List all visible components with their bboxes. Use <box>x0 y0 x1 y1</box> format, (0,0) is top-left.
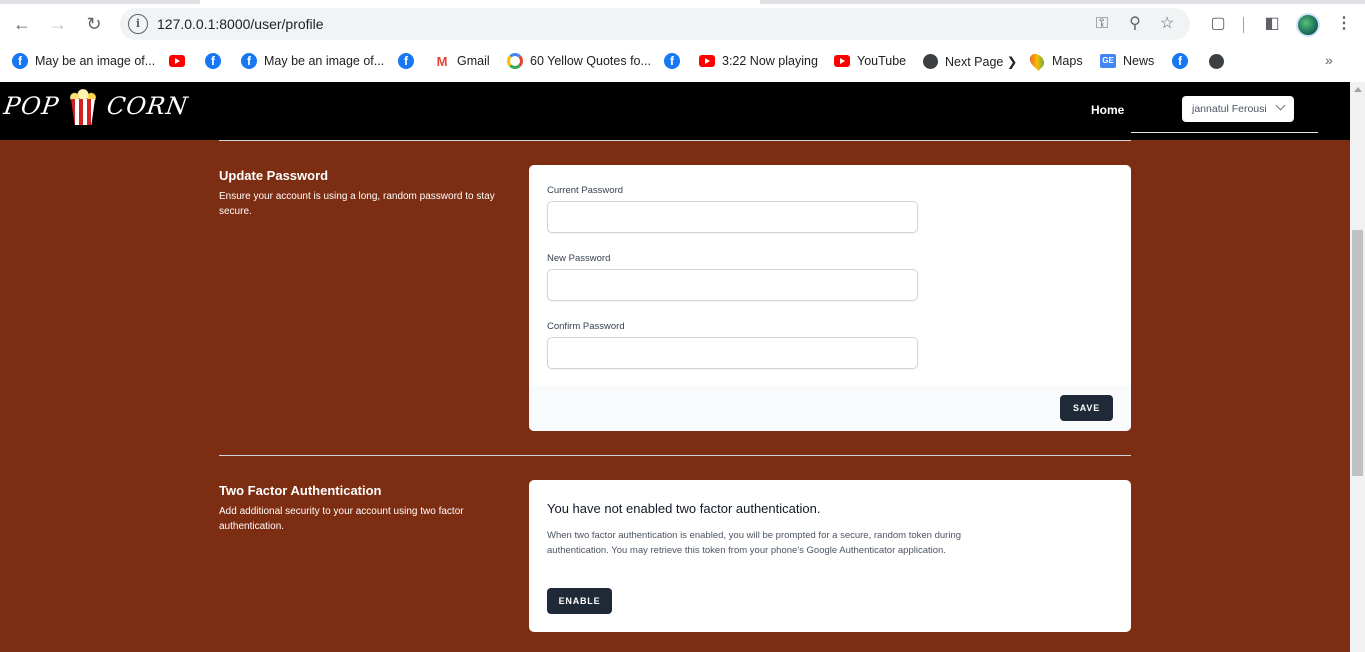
forward-arrow-icon[interactable]: → <box>44 10 72 38</box>
current-password-input[interactable] <box>547 201 918 233</box>
site-info-icon[interactable]: i <box>128 14 148 34</box>
facebook-icon: f <box>241 53 257 69</box>
address-bar[interactable]: i 127.0.0.1:8000/user/profile ⚿ ⚲ ☆ <box>120 8 1190 40</box>
bookmark-label: May be an image of... <box>35 54 156 68</box>
confirm-password-input[interactable] <box>547 337 918 369</box>
facebook-icon: f <box>664 53 680 69</box>
facebook-icon: f <box>398 53 414 69</box>
zoom-icon[interactable]: ⚲ <box>1125 14 1145 34</box>
chevron-down-icon <box>1275 100 1286 111</box>
side-panel-icon[interactable]: ◧ <box>1258 10 1286 38</box>
bookmark-item[interactable]: YouTube <box>834 51 906 71</box>
bookmark-item[interactable]: M Gmail <box>434 51 490 71</box>
popcorn-bucket-icon <box>65 87 101 125</box>
two-factor-title: Two Factor Authentication <box>219 483 382 498</box>
bookmark-item[interactable]: Next Page ❯ <box>922 51 1017 71</box>
google-icon <box>507 53 523 69</box>
facebook-icon: f <box>1172 53 1188 69</box>
bookmark-item[interactable]: f May be an image of... <box>241 51 384 71</box>
bookmark-item[interactable]: GE News <box>1100 51 1154 71</box>
enable-button[interactable]: ENABLE <box>547 588 612 614</box>
youtube-icon <box>169 53 185 69</box>
scroll-up-arrow-icon[interactable] <box>1354 87 1362 92</box>
section-divider <box>219 140 1131 141</box>
browser-toolbar: ← → ↻ i 127.0.0.1:8000/user/profile ⚿ ⚲ … <box>0 4 1365 44</box>
gmail-icon: M <box>436 53 448 69</box>
bookmark-item[interactable]: f May be an image of... <box>12 51 155 71</box>
bookmark-star-icon[interactable]: ☆ <box>1157 14 1177 34</box>
browser-chrome: ← → ↻ i 127.0.0.1:8000/user/profile ⚿ ⚲ … <box>0 0 1365 82</box>
user-name: jannatul Ferousi <box>1192 103 1267 115</box>
section-divider <box>219 455 1131 456</box>
reload-icon[interactable]: ↻ <box>80 10 108 38</box>
confirm-password-label: Confirm Password <box>547 321 625 332</box>
bookmark-label: Next Page ❯ <box>945 54 1018 69</box>
two-factor-status-heading: You have not enabled two factor authenti… <box>547 501 821 516</box>
save-button[interactable]: SAVE <box>1060 395 1113 421</box>
news-icon: GE <box>1100 53 1116 69</box>
toolbar-separator <box>1243 17 1244 33</box>
current-password-label: Current Password <box>547 185 624 196</box>
password-key-icon[interactable]: ⚿ <box>1092 14 1112 34</box>
user-dropdown-button[interactable]: jannatul Ferousi <box>1182 96 1294 122</box>
two-factor-card: You have not enabled two factor authenti… <box>529 480 1131 632</box>
page-scrollbar[interactable] <box>1350 82 1365 652</box>
update-password-description: Ensure your account is using a long, ran… <box>219 191 495 217</box>
profile-avatar[interactable] <box>1296 13 1320 37</box>
url-text[interactable]: 127.0.0.1:8000/user/profile <box>157 16 324 32</box>
youtube-icon <box>834 53 850 69</box>
bookmark-item[interactable]: f <box>1172 51 1195 71</box>
two-factor-explanation: When two factor authentication is enable… <box>547 530 962 556</box>
scrollbar-thumb[interactable] <box>1352 230 1363 476</box>
card-footer: SAVE <box>529 385 1131 431</box>
update-password-card: Current Password New Password Confirm Pa… <box>529 165 1131 431</box>
update-password-title: Update Password <box>219 168 329 183</box>
maps-icon <box>1027 51 1047 71</box>
two-factor-description: Add additional security to your account … <box>219 506 464 532</box>
bookmark-item[interactable]: 60 Yellow Quotes fo... <box>507 51 651 71</box>
new-password-input[interactable] <box>547 269 918 301</box>
globe-icon <box>922 53 938 69</box>
facebook-icon: f <box>205 53 221 69</box>
bookmark-item[interactable]: f <box>398 51 421 71</box>
new-password-label: New Password <box>547 253 611 264</box>
nav-underline <box>1131 132 1318 133</box>
bookmark-item[interactable]: f <box>664 51 687 71</box>
bookmark-item[interactable]: 3:22 Now playing <box>699 51 818 71</box>
bookmark-label: 3:22 Now playing <box>722 54 818 68</box>
globe-icon <box>1208 53 1224 69</box>
bookmark-item[interactable]: Maps <box>1027 51 1083 71</box>
bookmark-label: YouTube <box>857 54 907 68</box>
popcorn-logo[interactable]: POP CORN <box>2 86 191 126</box>
bookmark-label: 60 Yellow Quotes fo... <box>530 54 651 68</box>
extensions-puzzle-icon[interactable]: ▢ <box>1204 10 1232 38</box>
bookmark-label: Gmail <box>457 54 490 68</box>
youtube-icon <box>699 53 715 69</box>
logo-text-left: POP <box>2 92 61 120</box>
bookmark-item[interactable] <box>169 51 192 71</box>
bookmark-label: News <box>1123 54 1155 68</box>
menu-kebab-icon[interactable]: ⋮ <box>1330 10 1358 38</box>
nav-home-link[interactable]: Home <box>1091 103 1124 117</box>
logo-text-right: CORN <box>105 92 191 120</box>
bookmark-item[interactable]: f <box>205 51 228 71</box>
bookmark-label: Maps <box>1052 54 1083 68</box>
facebook-icon: f <box>12 53 28 69</box>
app-navbar: POP CORN Home jannatul Ferousi <box>0 82 1350 140</box>
bookmark-label: May be an image of... <box>264 54 385 68</box>
more-bookmarks-chevron-icon[interactable]: » <box>1325 52 1333 68</box>
bookmark-item[interactable] <box>1208 51 1231 71</box>
back-arrow-icon[interactable]: ← <box>8 10 36 38</box>
bookmarks-bar: f May be an image of... f f May be an imag… <box>0 46 1365 76</box>
